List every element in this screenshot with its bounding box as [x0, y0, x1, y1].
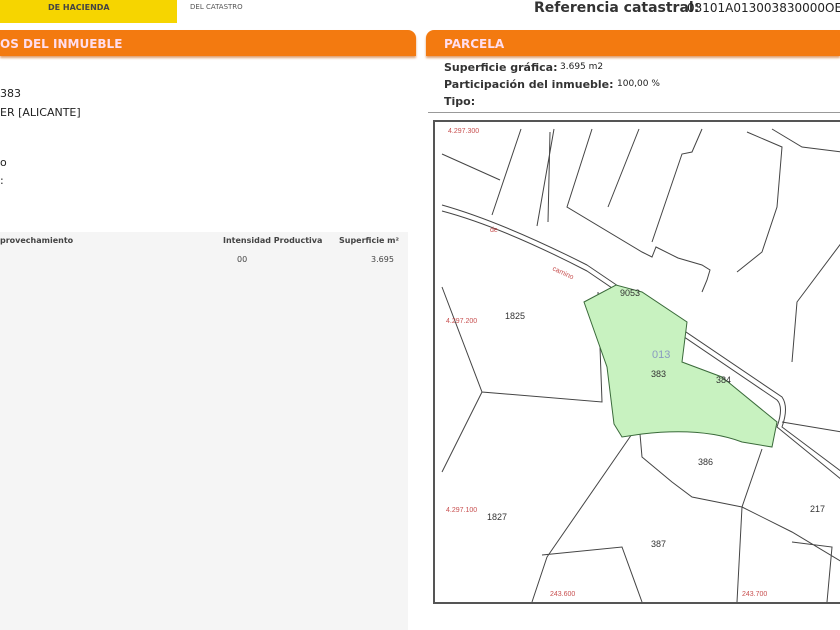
catastro-name: DEL CATASTRO — [190, 3, 243, 11]
participacion-label: Participación del inmueble: — [444, 78, 614, 91]
inmueble-header: OS DEL INMUEBLE — [0, 30, 416, 56]
tipo-label: Tipo: — [444, 95, 476, 108]
inmueble-line: o — [0, 156, 7, 169]
divider — [428, 112, 840, 113]
inmueble-line: ER [ALICANTE] — [0, 106, 81, 119]
superficie-label: Superficie gráfica: — [444, 61, 558, 74]
parcel-label: 383 — [651, 369, 666, 379]
polygon-label: 013 — [652, 349, 670, 361]
ministry-name: DE HACIENDA — [48, 3, 110, 12]
road-label: camino — [551, 265, 575, 281]
superficie-value: 3.695 m2 — [560, 62, 604, 72]
parcel-label: 387 — [651, 539, 666, 549]
parcel-label: 384 — [716, 375, 731, 385]
inmueble-line: : — [0, 174, 4, 187]
coord-label: 4.297.300 — [448, 128, 479, 135]
aprovechamiento-table — [0, 232, 408, 630]
ref-label: Referencia catastral: — [534, 0, 700, 16]
road-label: de — [490, 227, 498, 234]
cadastral-map[interactable]: 9053 1825 383 384 386 1827 387 217 013 4… — [433, 120, 840, 604]
table-header: Intensidad Productiva — [223, 236, 323, 245]
coord-label: 243.700 — [742, 591, 767, 598]
ref-value: 03101A013003830000OE — [687, 1, 840, 15]
coord-label: 4.297.100 — [446, 507, 477, 514]
table-header: Superficie m² — [339, 236, 400, 245]
table-cell: 00 — [237, 255, 248, 264]
parcel-label: 1825 — [505, 311, 525, 321]
parcela-header: PARCELA — [426, 30, 840, 56]
table-header: provechamiento — [0, 236, 74, 245]
parcel-label: 1827 — [487, 512, 507, 522]
highlighted-parcel[interactable] — [583, 284, 778, 448]
participacion-value: 100,00 % — [617, 79, 660, 89]
coord-label: 4.297.200 — [446, 318, 477, 325]
inmueble-line: 383 — [0, 87, 21, 100]
coord-label: 243.600 — [550, 591, 575, 598]
map-svg: 9053 1825 383 384 386 1827 387 217 013 4… — [441, 128, 840, 603]
parcel-label: 386 — [698, 457, 713, 467]
parcel-label: 217 — [810, 504, 825, 514]
parcel-label: 9053 — [620, 288, 640, 298]
table-cell: 3.695 — [371, 255, 394, 264]
